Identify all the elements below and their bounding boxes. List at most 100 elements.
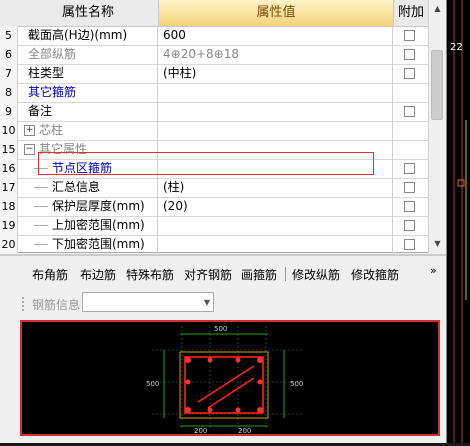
scroll-down-arrow-icon[interactable]: ▼ — [429, 235, 446, 252]
property-name-cell[interactable]: 其它箍筋 — [18, 83, 158, 102]
tree-line-icon — [34, 244, 48, 245]
property-name-cell[interactable]: 汇总信息 — [18, 178, 158, 197]
property-value-cell[interactable] — [159, 235, 393, 254]
cad-drawing-edge: 22 — [448, 0, 470, 443]
tree-line-icon — [34, 225, 48, 226]
draw-stirrup-button[interactable]: 画箍筋 — [241, 266, 277, 283]
property-row[interactable]: 8 其它箍筋 — [0, 83, 428, 103]
property-name-label: 下加密范围(mm) — [52, 237, 145, 251]
row-index: 18 — [0, 197, 18, 216]
property-name-cell[interactable]: 下加密范围(mm) — [18, 235, 158, 254]
row-index: 5 — [0, 26, 18, 45]
property-name-cell[interactable]: 截面高(H边)(mm) — [18, 26, 158, 45]
property-row[interactable]: 6 全部纵筋 4⊕20+8⊕18 — [0, 45, 428, 65]
property-name-cell[interactable]: 节点区箍筋 — [18, 159, 158, 178]
edit-stirrup-button[interactable]: 修改箍筋 — [351, 266, 399, 283]
scroll-thumb[interactable] — [431, 50, 443, 120]
property-name-cell[interactable]: 上加密范围(mm) — [18, 216, 158, 235]
row-index: 8 — [0, 83, 18, 102]
property-value-cell[interactable] — [159, 83, 393, 102]
property-row[interactable]: 16 节点区箍筋 — [0, 159, 428, 179]
toolbar-overflow-icon[interactable]: » — [430, 264, 437, 277]
property-value-cell[interactable] — [159, 159, 393, 178]
property-name-cell[interactable]: + 芯柱 — [18, 121, 158, 140]
row-index: 19 — [0, 216, 18, 235]
property-value-cell[interactable] — [159, 216, 393, 235]
additional-checkbox[interactable] — [404, 182, 415, 193]
property-value-cell[interactable]: (20) — [159, 197, 393, 216]
row-index: 17 — [0, 178, 18, 197]
edge-rebar-button[interactable]: 布边筋 — [80, 266, 116, 283]
header-property-value[interactable]: 属性值 — [159, 0, 394, 27]
property-name-label: 截面高(H边)(mm) — [28, 28, 128, 42]
additional-checkbox[interactable] — [404, 49, 415, 60]
row-index: 16 — [0, 159, 18, 178]
splitter[interactable] — [0, 254, 446, 256]
dim-left-label: 500 — [146, 380, 159, 388]
scroll-up-arrow-icon[interactable]: ▲ — [429, 0, 446, 17]
edit-long-rebar-button[interactable]: 修改纵筋 — [292, 266, 340, 283]
align-rebar-button[interactable]: 对齐钢筋 — [184, 266, 232, 283]
property-name-cell[interactable]: 全部纵筋 — [18, 45, 158, 64]
property-name-label: 备注 — [28, 104, 53, 118]
property-name-label: 保护层厚度(mm) — [52, 199, 145, 213]
property-row[interactable]: 10 + 芯柱 — [0, 121, 428, 141]
additional-checkbox[interactable] — [404, 106, 415, 117]
property-name-cell[interactable]: 柱类型 — [18, 64, 158, 83]
property-row[interactable]: 15− 其它属性 — [0, 140, 428, 160]
property-value-cell[interactable] — [159, 121, 393, 140]
property-value-cell[interactable] — [159, 140, 393, 159]
property-value-cell[interactable]: (柱) — [159, 178, 393, 197]
property-row[interactable]: 19 上加密范围(mm) — [0, 216, 428, 236]
grid-scrollbar[interactable]: ▲ ▼ — [428, 0, 446, 252]
property-value-cell[interactable]: 600 — [159, 26, 393, 45]
property-name-label: 汇总信息 — [52, 180, 101, 194]
property-value-cell[interactable] — [159, 102, 393, 121]
header-additional[interactable]: 附加 — [394, 0, 429, 27]
tree-line-icon — [34, 206, 48, 207]
dim-right-label: 500 — [290, 380, 303, 388]
additional-checkbox[interactable] — [404, 163, 415, 174]
property-name-cell[interactable]: − 其它属性 — [18, 140, 158, 159]
svg-text:22: 22 — [450, 42, 463, 53]
property-name-label: 柱类型 — [28, 66, 65, 80]
rebar-info-select[interactable]: ▼ — [82, 292, 214, 312]
additional-checkbox[interactable] — [404, 201, 415, 212]
property-row[interactable]: 18 保护层厚度(mm) (20) — [0, 197, 428, 217]
property-value-cell[interactable]: 4⊕20+8⊕18 — [159, 45, 393, 64]
property-name-cell[interactable]: 保护层厚度(mm) — [18, 197, 158, 216]
rebar-info-label: 钢筋信息 — [32, 298, 81, 312]
rebar-toolbar: 布角筋 布边筋 特殊布筋 对齐钢筋 画箍筋 修改纵筋 修改箍筋 » — [0, 258, 446, 288]
tree-line-icon — [34, 187, 48, 188]
special-rebar-button[interactable]: 特殊布筋 — [126, 266, 174, 283]
property-row[interactable]: 20 下加密范围(mm) — [0, 235, 428, 255]
property-name-label: 芯柱 — [39, 123, 64, 137]
collapse-icon[interactable]: − — [24, 144, 35, 155]
property-grid: 属性名称 属性值 附加 5 截面高(H边)(mm) 600 6 全部纵筋 4⊕20+8⊕1… — [0, 0, 446, 255]
property-row[interactable]: 5 截面高(H边)(mm) 600 — [0, 26, 428, 46]
additional-checkbox[interactable] — [404, 220, 415, 231]
grip-handle-icon — [22, 297, 26, 311]
additional-checkbox[interactable] — [404, 68, 415, 79]
property-value-cell[interactable]: (中柱) — [159, 64, 393, 83]
property-name-label: 其它箍筋 — [28, 85, 77, 99]
corner-rebar-button[interactable]: 布角筋 — [32, 266, 68, 283]
section-drawing-canvas[interactable]: 500 500 500 200 200 — [20, 320, 440, 436]
property-name-cell[interactable]: 备注 — [18, 102, 158, 121]
header-property-name[interactable]: 属性名称 — [18, 0, 159, 27]
row-index: 7 — [0, 64, 18, 83]
property-name-label: 节点区箍筋 — [52, 161, 113, 175]
expand-icon[interactable]: + — [24, 125, 35, 136]
additional-checkbox[interactable] — [404, 30, 415, 41]
additional-checkbox[interactable] — [404, 239, 415, 250]
property-row[interactable]: 7 柱类型 (中柱) — [0, 64, 428, 84]
row-index: 6 — [0, 45, 18, 64]
property-panel: 属性名称 属性值 附加 5 截面高(H边)(mm) 600 6 全部纵筋 4⊕20+8⊕1… — [0, 0, 447, 443]
row-index: 10 — [0, 121, 18, 140]
dim-top-label: 500 — [214, 325, 227, 333]
property-row[interactable]: 9 备注 — [0, 102, 428, 122]
chevron-down-icon[interactable]: ▼ — [204, 298, 210, 307]
dim-bottom-right-label: 200 — [238, 427, 251, 434]
row-index: 15 — [0, 140, 18, 159]
property-row[interactable]: 17 汇总信息 (柱) — [0, 178, 428, 198]
